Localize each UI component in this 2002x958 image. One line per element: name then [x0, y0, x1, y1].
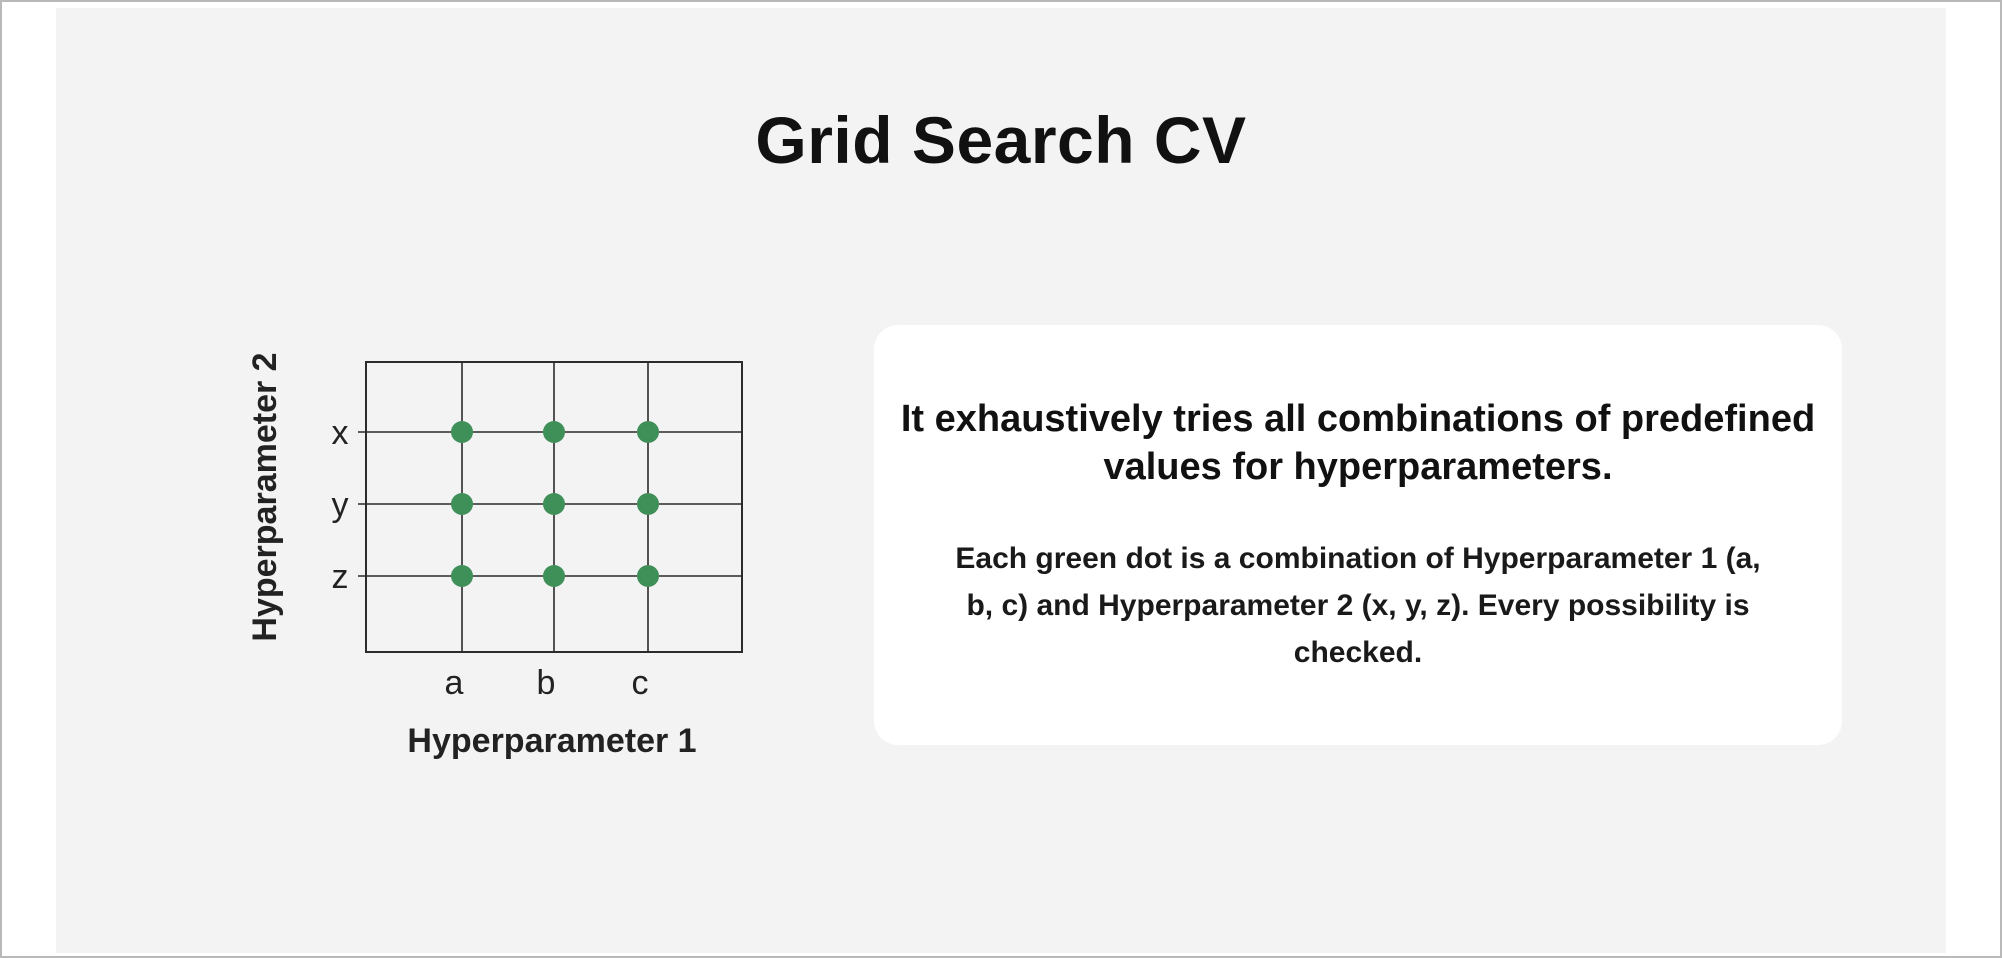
card-body-text: Each green dot is a combination of Hyper…: [955, 542, 1761, 669]
x-tick-label-a: a: [445, 664, 464, 702]
x-tick-label-c: c: [632, 664, 649, 702]
explanation-card: It exhaustively tries all combinations o…: [874, 325, 1842, 745]
combination-dot-c-y: [637, 493, 659, 515]
combination-dot-a-x: [451, 421, 473, 443]
combination-dot-b-x: [543, 421, 565, 443]
combination-dot-a-z: [451, 565, 473, 587]
combination-dot-a-y: [451, 493, 473, 515]
y-tick-label-z: z: [332, 558, 349, 596]
y-tick-label-x: x: [332, 414, 349, 452]
y-tick-label-y: y: [332, 486, 349, 524]
combination-dot-c-x: [637, 421, 659, 443]
card-heading: It exhaustively tries all combinations o…: [900, 398, 1816, 488]
grid-diagram-svg: a b c xyz Hyperparameter 1 Hyperparameter 2: [246, 352, 743, 760]
x-axis-label: Hyperparameter 1: [407, 722, 696, 760]
combination-dot-c-z: [637, 565, 659, 587]
x-tick-label-b: b: [537, 664, 556, 702]
y-axis-label: Hyperparameter 2: [246, 352, 284, 641]
grid-search-diagram: a b c x y z Hyperparameter 1 Hyperparameter 2: [236, 318, 756, 768]
slide-title: Grid Search CV: [755, 103, 1247, 177]
combination-dot-b-z: [543, 565, 565, 587]
combination-dot-b-y: [543, 493, 565, 515]
